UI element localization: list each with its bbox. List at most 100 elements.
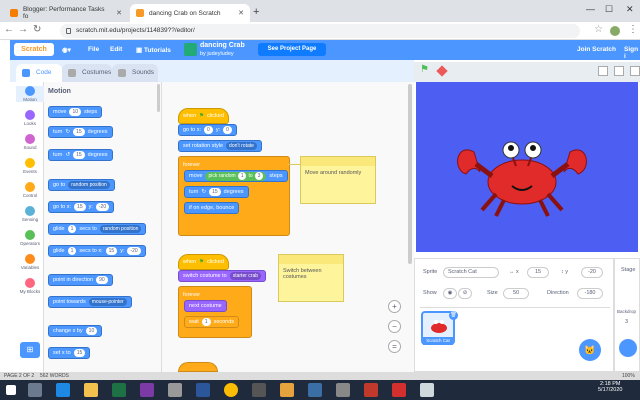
category-control[interactable]: Control [16,182,44,198]
category-sensing[interactable]: Sensing [16,206,44,222]
block-go-to-xy[interactable]: go to x: 0 y: 0 [178,124,237,136]
size-input[interactable]: 50 [503,288,529,299]
file-explorer-icon[interactable] [84,383,98,397]
hide-icon[interactable]: ⊘ [458,288,472,299]
block-turn[interactable]: turn ↻ 15 degrees [184,186,249,198]
see-project-page-button[interactable]: See Project Page [258,43,326,56]
block-next-costume[interactable]: next costume [184,300,227,312]
app-icon[interactable] [168,383,182,397]
excel-icon[interactable] [112,383,126,397]
menu-tutorials[interactable]: ▣ Tutorials [136,46,171,54]
block-when-flag-clicked[interactable]: when ⚑ clicked [178,254,229,270]
block-bounce[interactable]: if on edge, bounce [184,202,240,214]
category-operators[interactable]: Operators [16,230,44,246]
acrobat-icon[interactable] [392,383,406,397]
menu-edit[interactable]: Edit [110,46,122,53]
script-area[interactable]: when ⚑ clicked go to x: 0 y: 0 set rotation s… [162,82,414,372]
category-variables[interactable]: Variables [16,254,44,270]
large-stage-icon[interactable] [614,66,624,76]
new-tab-button[interactable]: + [253,6,259,18]
url-input[interactable]: scratch.mit.edu/projects/114839??/editor… [60,24,580,38]
y-input[interactable]: -20 [581,267,603,278]
category-motion[interactable]: Motion [16,86,44,102]
tab-blogger[interactable]: Blogger: Performance Tasks fo ✕ [4,4,128,22]
edge-icon[interactable] [56,383,70,397]
app-icon[interactable] [280,383,294,397]
block-go-to-xy[interactable]: go to x: 15 y: -20 [48,201,115,213]
tab-code[interactable]: Code [16,64,62,82]
block-set-rotation-style[interactable]: set rotation style don't rotate [178,140,262,152]
sign-in-link[interactable]: Sign i [624,46,640,60]
comment-note[interactable]: Switch between costumes [278,254,344,302]
scratch-logo[interactable]: Scratch [14,43,54,56]
chrome-icon[interactable] [224,383,238,397]
block-move[interactable]: move 10 steps [48,106,103,118]
small-stage-icon[interactable] [598,66,608,76]
windows-start-icon[interactable] [6,385,16,395]
comment-note[interactable]: Move around randomly [300,156,376,204]
block-glide-xy[interactable]: glide 1 secs to x: 15 y: -20 [48,245,146,257]
join-scratch-link[interactable]: Join Scratch [577,46,616,53]
tab-sounds[interactable]: Sounds [112,64,158,82]
app-icon[interactable] [336,383,350,397]
block-turn-left[interactable]: turn ↺ 15 degrees [48,149,113,161]
block-wait[interactable]: wait 1 seconds [184,316,240,328]
task-view-icon[interactable] [28,383,42,397]
menu-file[interactable]: File [88,46,99,53]
zoom-in-icon[interactable]: + [388,300,401,313]
extension-button[interactable]: ⊞ [20,342,40,358]
block-switch-costume[interactable]: switch costume to starter crab [178,270,267,282]
sprite-name-input[interactable]: Scratch Cat [443,267,499,278]
sprite-thumbnail[interactable]: 🗑 Scratch Cat [421,311,458,345]
script-scrollbar[interactable] [408,84,412,264]
zoom-out-icon[interactable]: − [388,320,401,333]
menu-icon[interactable]: ⋮ [628,24,638,35]
block-turn-right[interactable]: turn ↻ 15 degrees [48,126,113,138]
block-glide[interactable]: glide 1 secs to random position [48,223,147,235]
close-tab-icon[interactable]: ✕ [116,9,122,17]
app-icon[interactable] [252,383,266,397]
crab-sprite[interactable] [416,82,638,252]
block-partial[interactable] [178,362,218,372]
block-set-x[interactable]: set x to 15 [48,347,91,359]
minimize-icon[interactable]: — [586,4,595,14]
app-icon[interactable] [420,383,434,397]
close-tab-icon[interactable]: ✕ [238,9,244,17]
green-flag-icon[interactable]: ⚑ [420,64,429,75]
star-icon[interactable]: ☆ [594,24,603,35]
direction-input[interactable]: -180 [577,288,603,299]
palette-scrollbar[interactable] [157,84,160,112]
block-move-random[interactable]: move pick random 1 to 3 steps [184,170,288,182]
app-icon[interactable] [364,383,378,397]
onenote-icon[interactable] [140,383,154,397]
back-icon[interactable]: ← [4,24,14,35]
app-icon[interactable] [308,383,322,397]
add-sprite-button[interactable]: 🐱 [579,339,601,361]
x-input[interactable]: 15 [527,267,549,278]
category-sound[interactable]: Sound [16,134,44,150]
category-my-blocks[interactable]: My Blocks [16,278,44,294]
add-backdrop-button[interactable] [619,339,637,357]
taskbar-clock[interactable]: 2:18 PM 5/17/2020 [598,381,622,393]
category-events[interactable]: Events [16,158,44,174]
reload-icon[interactable]: ↻ [33,24,41,35]
category-looks[interactable]: Looks [16,110,44,126]
delete-sprite-icon[interactable]: 🗑 [449,311,458,320]
block-forever[interactable]: forever [178,286,252,338]
block-point-direction[interactable]: point in direction 90 [48,274,113,286]
close-window-icon[interactable]: ✕ [626,4,634,15]
block-point-towards[interactable]: point towards mouse-pointer [48,296,132,308]
profile-avatar[interactable] [610,26,620,36]
zoom-reset-icon[interactable]: = [388,340,401,353]
stage-canvas[interactable] [416,82,638,252]
forward-icon[interactable]: → [18,24,28,35]
fullscreen-icon[interactable] [630,66,640,76]
show-visible-icon[interactable]: ◉ [443,288,457,299]
word-icon[interactable] [196,383,210,397]
block-when-flag-clicked[interactable]: when ⚑ clicked [178,108,229,124]
tab-scratch[interactable]: dancing Crab on Scratch ✕ [130,4,250,22]
maximize-icon[interactable]: ☐ [605,4,613,15]
block-go-to[interactable]: go to random position [48,179,115,191]
tab-costumes[interactable]: Costumes [62,64,112,82]
globe-icon[interactable]: ◉▾ [62,46,71,54]
